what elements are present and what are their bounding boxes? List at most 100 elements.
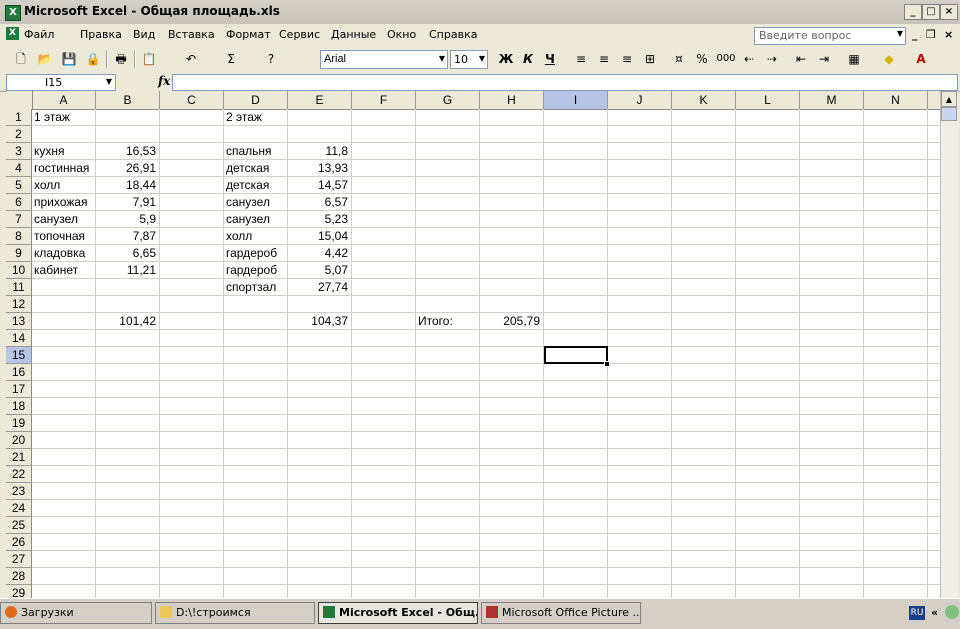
chevron-down-icon[interactable]: ▼ (106, 77, 112, 86)
autosum-icon[interactable]: Σ (222, 50, 240, 68)
cell-h13[interactable]: 205,79 (480, 313, 540, 329)
menu-insert[interactable]: Вставка (168, 28, 215, 41)
column-header-e[interactable]: E (288, 91, 352, 109)
row-header-26[interactable]: 26 (6, 534, 32, 551)
task-excel[interactable]: Microsoft Excel - Общ... (318, 602, 478, 624)
worksheet-grid[interactable]: ABCDEFGHIJKLMN 1 2 3 4 5 6 7 8 9 10 11 12 13 14 15 16 17… (6, 91, 940, 598)
cell-d10[interactable]: гардероб (226, 262, 277, 278)
row-header-28[interactable]: 28 (6, 568, 32, 585)
menu-file[interactable]: Файл (24, 28, 54, 41)
cell-a6[interactable]: прихожая (34, 194, 87, 210)
cell-b3[interactable]: 16,53 (96, 143, 156, 159)
menu-data[interactable]: Данные (331, 28, 376, 41)
column-header-m[interactable]: M (800, 91, 864, 109)
cell-b10[interactable]: 11,21 (96, 262, 156, 278)
workbook-icon[interactable]: X (6, 27, 19, 40)
row-header-12[interactable]: 12 (6, 296, 32, 313)
row-header-11[interactable]: 11 (6, 279, 32, 296)
row-header-13[interactable]: 13 (6, 313, 32, 330)
cell-b9[interactable]: 6,65 (96, 245, 156, 261)
cell-b4[interactable]: 26,91 (96, 160, 156, 176)
cell-d6[interactable]: санузел (226, 194, 270, 210)
column-header-b[interactable]: B (96, 91, 160, 109)
cell-g13[interactable]: Итого: (418, 313, 453, 329)
column-header-l[interactable]: L (736, 91, 800, 109)
cell-a1[interactable]: 1 этаж (34, 109, 70, 125)
cell-b13[interactable]: 101,42 (96, 313, 156, 329)
percent-button[interactable]: % (693, 50, 711, 68)
cell-e13[interactable]: 104,37 (288, 313, 348, 329)
align-center-icon[interactable]: ≡ (595, 50, 613, 68)
currency-icon[interactable]: ¤ (670, 50, 688, 68)
fill-handle[interactable] (604, 361, 610, 367)
row-header-1[interactable]: 1 (6, 109, 32, 126)
doc-minimize-button[interactable]: _ (912, 28, 918, 41)
cell-d11[interactable]: спортзал (226, 279, 276, 295)
active-cell-cursor[interactable] (544, 346, 608, 364)
column-header-k[interactable]: K (672, 91, 736, 109)
menu-view[interactable]: Вид (133, 28, 155, 41)
scroll-up-icon[interactable]: ▲ (941, 91, 957, 107)
minimize-button[interactable]: _ (904, 4, 922, 20)
cell-d7[interactable]: санузел (226, 211, 270, 227)
chevron-down-icon[interactable]: ▼ (479, 54, 485, 63)
bold-button[interactable]: Ж (497, 50, 515, 68)
save-icon[interactable]: 💾 (60, 50, 78, 68)
new-document-icon[interactable]: 🗋 (12, 50, 30, 68)
cell-d8[interactable]: холл (226, 228, 252, 244)
language-indicator[interactable]: RU (909, 606, 925, 620)
open-folder-icon[interactable]: 📂 (36, 50, 54, 68)
italic-button[interactable]: К (519, 50, 537, 68)
thousands-button[interactable]: 000 (716, 50, 736, 68)
row-header-23[interactable]: 23 (6, 483, 32, 500)
row-header-22[interactable]: 22 (6, 466, 32, 483)
doc-close-button[interactable]: × (944, 28, 953, 41)
row-header-2[interactable]: 2 (6, 126, 32, 143)
row-header-8[interactable]: 8 (6, 228, 32, 245)
cell-a3[interactable]: кухня (34, 143, 65, 159)
row-header-21[interactable]: 21 (6, 449, 32, 466)
borders-icon[interactable]: ▦ (845, 50, 863, 68)
decrease-decimal-icon[interactable]: ⇢ (763, 50, 781, 68)
formula-input[interactable] (172, 74, 958, 91)
column-header-d[interactable]: D (224, 91, 288, 109)
excel-app-icon[interactable]: X (5, 5, 21, 21)
tray-app-icon[interactable] (945, 605, 959, 619)
row-header-3[interactable]: 3 (6, 143, 32, 160)
cell-b6[interactable]: 7,91 (96, 194, 156, 210)
scroll-thumb[interactable] (941, 107, 957, 121)
underline-button[interactable]: Ч (541, 50, 559, 68)
cell-d1[interactable]: 2 этаж (226, 109, 262, 125)
row-header-14[interactable]: 14 (6, 330, 32, 347)
paste-icon[interactable]: 📋 (140, 50, 158, 68)
cell-a4[interactable]: гостинная (34, 160, 89, 176)
font-size-select[interactable]: 10 ▼ (450, 50, 488, 69)
maximize-button[interactable]: □ (922, 4, 940, 20)
menu-edit[interactable]: Правка (80, 28, 122, 41)
cell-d3[interactable]: спальня (226, 143, 272, 159)
chevron-down-icon[interactable]: ▼ (897, 29, 903, 38)
row-header-7[interactable]: 7 (6, 211, 32, 228)
help-icon[interactable]: ? (262, 50, 280, 68)
cell-a7[interactable]: санузел (34, 211, 78, 227)
decrease-indent-icon[interactable]: ⇤ (792, 50, 810, 68)
cell-e7[interactable]: 5,23 (288, 211, 348, 227)
vertical-scrollbar[interactable]: ▲ (940, 91, 958, 598)
cell-e10[interactable]: 5,07 (288, 262, 348, 278)
column-header-n[interactable]: N (864, 91, 928, 109)
row-header-6[interactable]: 6 (6, 194, 32, 211)
task-folder[interactable]: D:\!строимся (155, 602, 315, 624)
cell-e3[interactable]: 11,8 (288, 143, 348, 159)
cell-d9[interactable]: гардероб (226, 245, 277, 261)
column-header-a[interactable]: A (32, 91, 96, 109)
cell-e11[interactable]: 27,74 (288, 279, 348, 295)
row-header-20[interactable]: 20 (6, 432, 32, 449)
column-header-f[interactable]: F (352, 91, 416, 109)
tray-expand-icon[interactable]: « (931, 606, 938, 619)
task-picture-manager[interactable]: Microsoft Office Picture ... (481, 602, 641, 624)
menu-format[interactable]: Формат (226, 28, 271, 41)
row-header-16[interactable]: 16 (6, 364, 32, 381)
font-name-select[interactable]: Arial ▼ (320, 50, 448, 69)
cell-a5[interactable]: холл (34, 177, 60, 193)
cell-a9[interactable]: кладовка (34, 245, 85, 261)
